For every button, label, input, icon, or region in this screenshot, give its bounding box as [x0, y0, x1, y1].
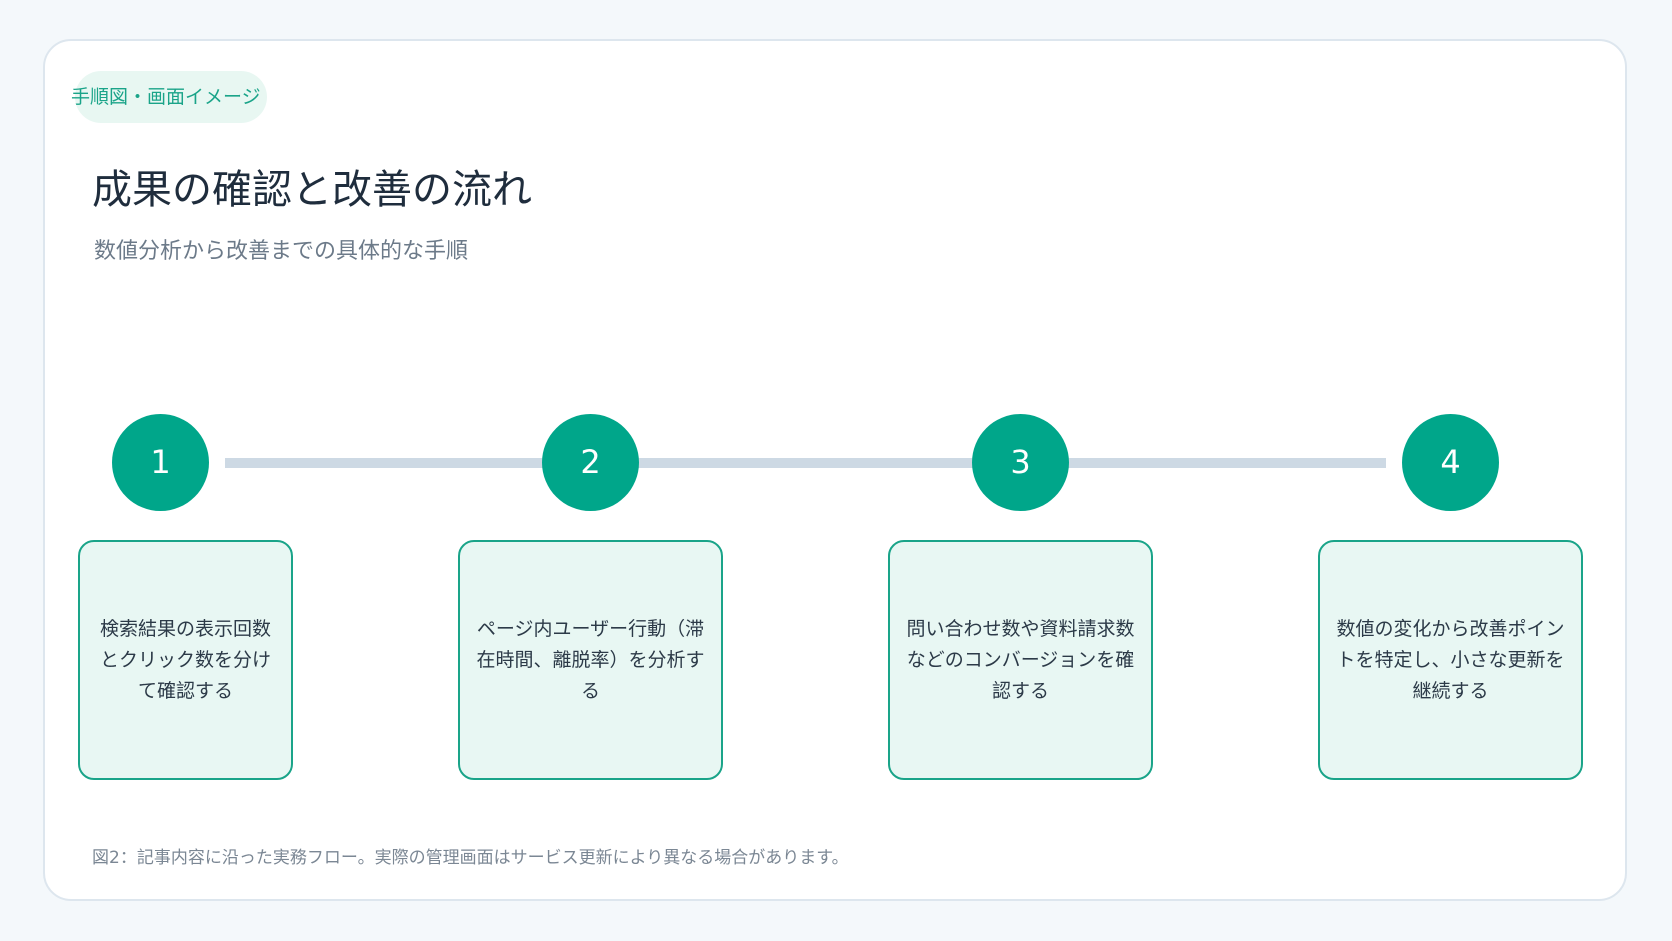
- page-title: 成果の確認と改善の流れ: [92, 167, 532, 213]
- page-subtitle: 数値分析から改善までの具体的な手順: [94, 239, 469, 264]
- step-4-text: 数値の変化から改善ポイントを特定し、小さな更新を継続する: [1336, 617, 1565, 702]
- category-tag: 手順図・画面イメージ: [71, 71, 267, 123]
- step-1-number: 1: [112, 414, 209, 511]
- step-3-box: 問い合わせ数や資料請求数などのコンバージョンを確認する: [888, 540, 1153, 780]
- step-4-number: 4: [1402, 414, 1499, 511]
- step-2-number: 2: [542, 414, 639, 511]
- step-1-box: 検索結果の表示回数とクリック数を分けて確認する: [78, 540, 293, 780]
- step-3-number: 3: [972, 414, 1069, 511]
- step-1-text: 検索結果の表示回数とクリック数を分けて確認する: [99, 617, 271, 702]
- step-3-text: 問い合わせ数や資料請求数などのコンバージョンを確認する: [906, 617, 1135, 702]
- step-connector-line: [225, 458, 1386, 468]
- category-tag-label: 手順図・画面イメージ: [71, 86, 261, 108]
- step-4-box: 数値の変化から改善ポイントを特定し、小さな更新を継続する: [1318, 540, 1583, 780]
- figure-caption: 図2：記事内容に沿った実務フロー。実際の管理画面はサービス更新により異なる場合が…: [92, 848, 849, 868]
- step-2-text: ページ内ユーザー行動（滞在時間、離脱率）を分析する: [476, 617, 705, 702]
- step-2-box: ページ内ユーザー行動（滞在時間、離脱率）を分析する: [458, 540, 723, 780]
